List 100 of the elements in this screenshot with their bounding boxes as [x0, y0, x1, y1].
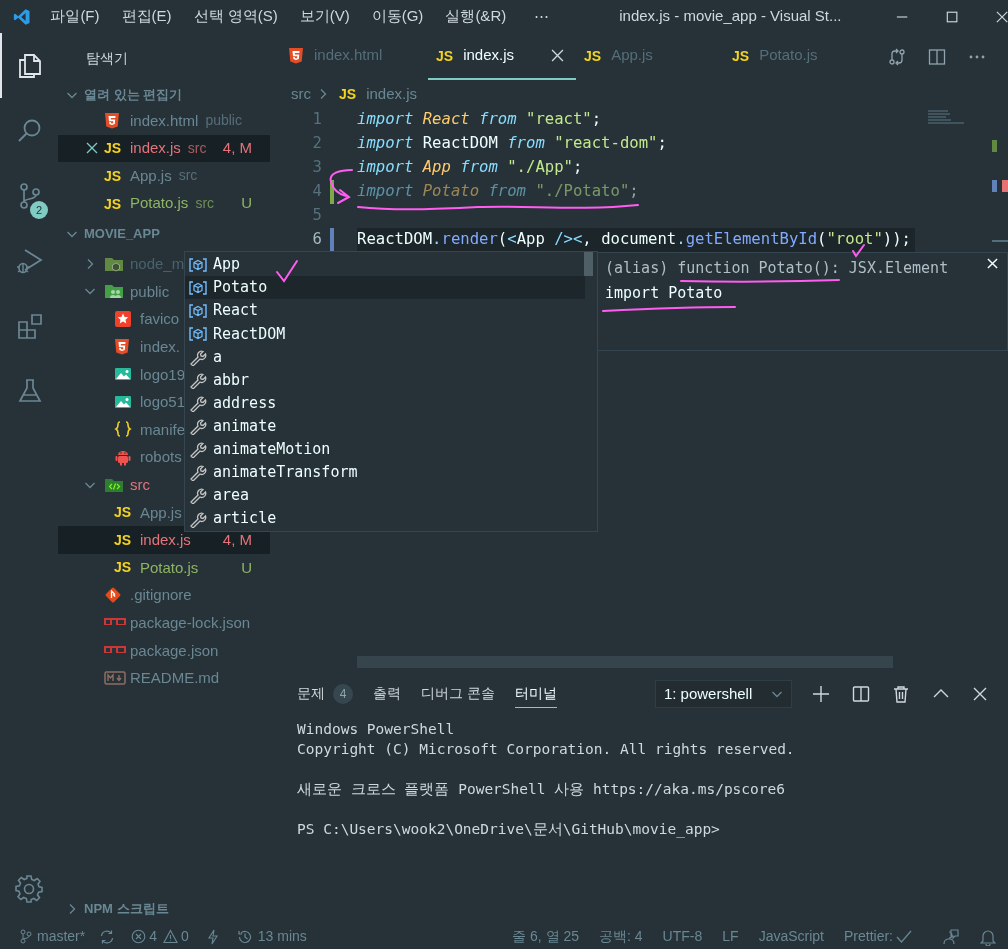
html-file-icon — [104, 112, 120, 130]
markdown-file-icon — [104, 670, 126, 685]
suggestion-item[interactable]: Potato — [185, 276, 585, 300]
file-name: favico — [140, 311, 180, 327]
line-number: 6 — [311, 229, 322, 251]
file-name: index.js — [130, 138, 181, 159]
trash-icon[interactable] — [891, 685, 910, 703]
suggestion-item[interactable]: React — [185, 299, 585, 323]
signature-text: (alias) function Potato(): JSX.Element — [605, 259, 949, 277]
indent-setting[interactable]: 공백: 4 — [599, 926, 643, 947]
folder-hint: src — [178, 166, 198, 186]
js-file-icon: JS — [104, 169, 122, 183]
menu-item[interactable]: 보기(V) — [299, 5, 350, 28]
tree-item[interactable]: JS Potato.js U — [58, 553, 270, 582]
plus-icon[interactable] — [811, 685, 830, 703]
variable-icon — [189, 280, 207, 295]
terminal-line: Windows PowerShell — [297, 720, 455, 739]
count-badge: 2 — [30, 201, 48, 219]
count-badge: 4 — [333, 683, 353, 704]
more-menu-button[interactable]: ⋯ — [534, 5, 550, 28]
folder-hint: src — [195, 194, 215, 214]
tree-item[interactable]: robots — [58, 443, 185, 471]
lightning-icon[interactable] — [206, 928, 219, 945]
git-status: U — [241, 559, 253, 575]
file-name: README.md — [130, 670, 220, 686]
problems-button[interactable]: 4 0 — [131, 926, 189, 947]
menu-item[interactable]: 파일(F) — [50, 5, 100, 28]
editor-tab[interactable]: JS index.js — [428, 33, 576, 80]
js-file-icon: JS — [104, 141, 122, 156]
terminal-line: 새로운 크로스 플랫폼 PowerShell 사용 https://aka.ms/pscore6 — [297, 780, 785, 799]
activity-tab[interactable]: 2 — [0, 163, 58, 228]
split-icon[interactable] — [851, 685, 870, 703]
html-file-icon — [114, 338, 130, 356]
tree-item[interactable]: src — [58, 470, 153, 499]
panel-tab[interactable]: 터미널 — [514, 680, 557, 708]
panel-tab[interactable]: 출력 — [373, 680, 401, 708]
files-icon[interactable] — [16, 51, 44, 80]
open-editor-item[interactable]: JS index.js src 4, M — [58, 134, 270, 163]
folder-name: src — [130, 477, 150, 492]
suggestion-item[interactable]: ReactDOM — [185, 322, 585, 346]
run-debug-icon[interactable] — [16, 246, 44, 275]
scrollbar-thumb[interactable] — [584, 252, 593, 276]
close-icon[interactable] — [551, 49, 564, 62]
menu-item[interactable]: 선택 영역(S) — [193, 5, 278, 28]
sync-icon[interactable] — [99, 928, 116, 945]
file-name: package.json — [130, 642, 219, 658]
suggestion-item[interactable]: animateTransform — [185, 460, 585, 484]
wrench-icon — [189, 440, 207, 459]
file-name: App.js — [130, 165, 172, 186]
feedback-icon[interactable] — [942, 927, 960, 946]
line-number: 2 — [311, 133, 322, 155]
js-file-icon: JS — [104, 196, 122, 211]
menu-item[interactable]: 실행(&R) — [445, 5, 507, 28]
language-mode[interactable]: JavaScript — [758, 926, 824, 947]
file-name: manife — [140, 421, 186, 437]
handwritten-arrow — [329, 169, 353, 204]
panel-tab[interactable]: 문제 4 — [297, 680, 353, 708]
error-icon — [131, 929, 147, 944]
file-name: App.js — [140, 504, 182, 520]
braces-file-icon — [114, 420, 132, 439]
file-name: Potato.js — [140, 559, 199, 575]
star-file-icon — [114, 309, 132, 328]
close-icon[interactable] — [995, 9, 1008, 24]
panel-tab[interactable]: 디버그 콘솔 — [421, 680, 495, 708]
close-icon[interactable] — [86, 142, 98, 155]
open-editor-item[interactable]: JS App.js src — [58, 162, 270, 190]
wrench-icon — [189, 463, 207, 482]
git-status: 4, M — [222, 532, 253, 548]
open-editor-item[interactable]: JS Potato.js src U — [58, 189, 270, 218]
suggestion-item[interactable]: area — [185, 483, 585, 508]
settings-icon[interactable] — [14, 874, 44, 904]
js-file-icon: JS — [114, 505, 132, 520]
tree-item[interactable]: JS App.js — [58, 498, 185, 526]
compare-icon[interactable] — [888, 47, 906, 66]
editor-tab[interactable]: JS Potato.js — [724, 33, 872, 80]
wrench-icon — [189, 486, 207, 505]
git-status: 4, M — [222, 138, 253, 159]
variable-icon — [189, 326, 207, 341]
close-icon[interactable] — [971, 686, 988, 702]
file-name: index. — [140, 339, 181, 355]
code-line: import ReactDOM from "react-dom"; — [357, 133, 667, 155]
wrench-icon — [189, 371, 207, 389]
breadcrumb-item[interactable]: index.js — [366, 82, 417, 106]
folder-name: public — [130, 283, 170, 299]
suggestion-item[interactable]: App — [185, 253, 585, 277]
terminal-dropdown[interactable]: 1: powershell — [654, 680, 792, 708]
bell-icon[interactable] — [980, 927, 996, 946]
editor-tab[interactable]: JS App.js — [576, 33, 724, 80]
line-number: 3 — [311, 157, 322, 179]
code-line: import App from "./App"; — [357, 157, 583, 179]
split-editor-icon[interactable] — [928, 47, 946, 66]
variable-icon — [189, 257, 207, 272]
flask-icon[interactable] — [16, 376, 44, 405]
menu-item[interactable]: 이동(G) — [371, 5, 424, 28]
check-icon — [896, 929, 912, 944]
line-number: 5 — [311, 205, 322, 227]
line-number: 4 — [311, 181, 322, 203]
extensions-icon[interactable] — [16, 311, 44, 340]
maximize-icon[interactable] — [945, 9, 958, 24]
menu-item[interactable]: 편집(E) — [121, 5, 172, 28]
